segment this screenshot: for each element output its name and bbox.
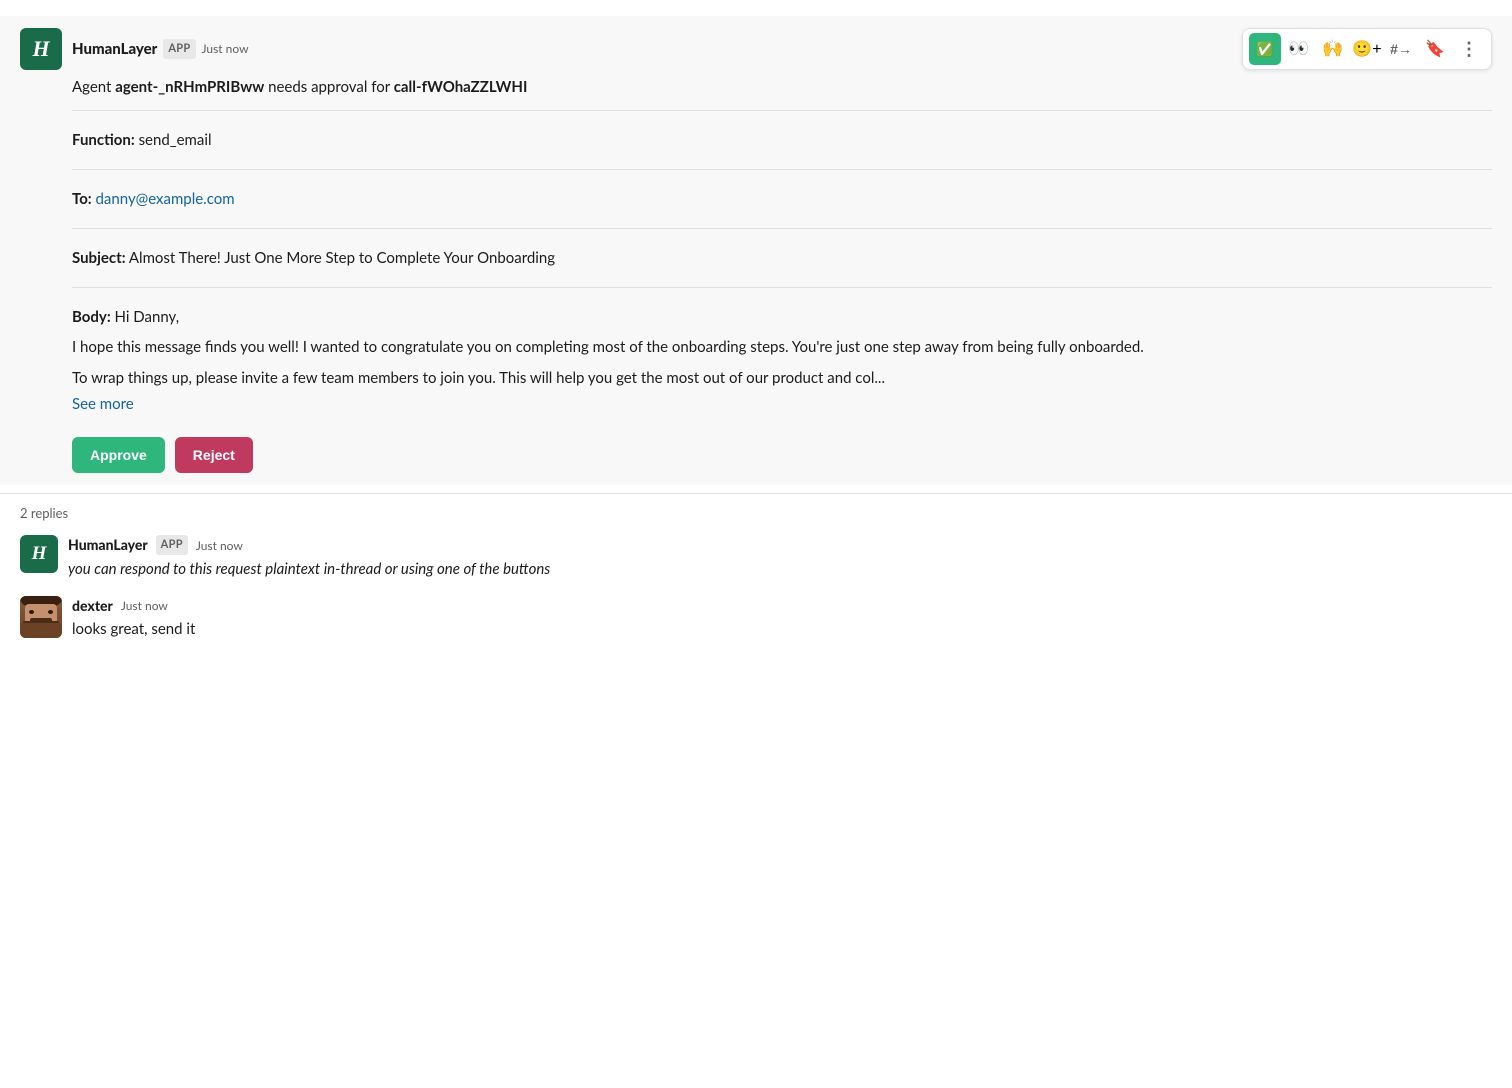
divider-2 bbox=[72, 169, 1492, 170]
eyes-reaction-button[interactable]: 👀 bbox=[1283, 33, 1315, 65]
raising-hands-icon: 🙌 bbox=[1322, 39, 1343, 59]
reply1-content: HumanLayer APP Just now you can respond … bbox=[68, 535, 1492, 580]
call-id: call-fWOhaZZLWHI bbox=[394, 78, 528, 96]
reply2-header: dexter Just now bbox=[72, 596, 1492, 617]
forward-button[interactable]: #→ bbox=[1385, 33, 1417, 65]
raising-hands-reaction-button[interactable]: 🙌 bbox=[1317, 33, 1349, 65]
subject-value: Almost There! Just One More Step to Comp… bbox=[129, 249, 555, 267]
forward-icon: #→ bbox=[1390, 41, 1412, 57]
eyes-icon: 👀 bbox=[1288, 39, 1309, 59]
replies-section: 2 replies H HumanLayer APP Just now you … bbox=[0, 493, 1512, 640]
main-text: Agent agent-_nRHmPRIBww needs approval f… bbox=[72, 76, 1492, 98]
more-actions-button[interactable]: ⋮ bbox=[1453, 33, 1485, 65]
humanlayer-avatar: H bbox=[20, 28, 62, 70]
reply1-avatar: H bbox=[20, 535, 58, 573]
reply-1: H HumanLayer APP Just now you can respon… bbox=[20, 535, 1492, 580]
app-badge: APP bbox=[163, 39, 195, 59]
body-para1: I hope this message finds you well! I wa… bbox=[72, 336, 1492, 359]
reply2-content: dexter Just now looks great, send it bbox=[72, 596, 1492, 641]
page-container: ✅ 👀 🙌 🙂+ #→ 🔖 ⋮ H bbox=[0, 0, 1512, 1088]
reply1-header: HumanLayer APP Just now bbox=[68, 535, 1492, 556]
body-para2: To wrap things up, please invite a few t… bbox=[72, 367, 1492, 390]
reject-button[interactable]: Reject bbox=[175, 437, 253, 473]
reply2-text: looks great, send it bbox=[72, 618, 1492, 640]
reply1-sender: HumanLayer bbox=[68, 535, 148, 556]
function-label: Function: bbox=[72, 131, 135, 149]
reply2-sender: dexter bbox=[72, 596, 113, 617]
reply1-avatar-letter: H bbox=[32, 540, 47, 568]
sender-info: HumanLayer APP Just now bbox=[72, 38, 249, 60]
body-greeting: Hi Danny, bbox=[115, 308, 180, 326]
add-reaction-button[interactable]: 🙂+ bbox=[1351, 33, 1383, 65]
replies-count: 2 replies bbox=[20, 504, 1492, 523]
reply1-text: you can respond to this request plaintex… bbox=[68, 558, 1492, 580]
add-emoji-icon: 🙂+ bbox=[1352, 39, 1381, 59]
reply2-timestamp: Just now bbox=[121, 597, 168, 615]
sender-name: HumanLayer bbox=[72, 38, 157, 60]
subject-field: Subject: Almost There! Just One More Ste… bbox=[72, 239, 1492, 277]
to-field: To: danny@example.com bbox=[72, 180, 1492, 218]
to-value[interactable]: danny@example.com bbox=[96, 190, 235, 208]
bookmark-icon: 🔖 bbox=[1425, 39, 1445, 59]
needs-approval-text: needs approval for bbox=[264, 78, 393, 96]
dexter-avatar bbox=[20, 596, 62, 638]
divider-3 bbox=[72, 228, 1492, 229]
function-value-text: send_email bbox=[139, 131, 212, 149]
reply-2: dexter Just now looks great, send it bbox=[20, 596, 1492, 641]
message-content: Agent agent-_nRHmPRIBww needs approval f… bbox=[72, 76, 1492, 473]
bookmark-button[interactable]: 🔖 bbox=[1419, 33, 1451, 65]
body-label: Body: bbox=[72, 308, 111, 326]
body-field: Body: Hi Danny, I hope this message find… bbox=[72, 298, 1492, 423]
reply1-app-badge: APP bbox=[156, 535, 188, 555]
avatar-letter: H bbox=[32, 33, 49, 65]
main-message: ✅ 👀 🙌 🙂+ #→ 🔖 ⋮ H bbox=[0, 16, 1512, 485]
to-label: To: bbox=[72, 190, 92, 208]
agent-name: agent-_nRHmPRIBww bbox=[115, 78, 264, 96]
subject-label: Subject: bbox=[72, 249, 126, 267]
reply1-timestamp: Just now bbox=[196, 537, 243, 555]
dexter-avatar-image bbox=[20, 596, 62, 638]
message-actions-toolbar: ✅ 👀 🙌 🙂+ #→ 🔖 ⋮ bbox=[1242, 28, 1492, 70]
see-more-link[interactable]: See more bbox=[72, 393, 134, 415]
message-timestamp: Just now bbox=[202, 40, 249, 58]
action-buttons: Approve Reject bbox=[72, 437, 1492, 473]
intro-text: Agent bbox=[72, 78, 115, 96]
approve-reaction-button[interactable]: ✅ bbox=[1249, 33, 1281, 65]
approve-button[interactable]: Approve bbox=[72, 437, 165, 473]
more-icon: ⋮ bbox=[1460, 39, 1478, 60]
checkmark-icon: ✅ bbox=[1256, 41, 1273, 58]
divider-4 bbox=[72, 287, 1492, 288]
function-field: Function: send_email bbox=[72, 121, 1492, 159]
divider-1 bbox=[72, 110, 1492, 111]
